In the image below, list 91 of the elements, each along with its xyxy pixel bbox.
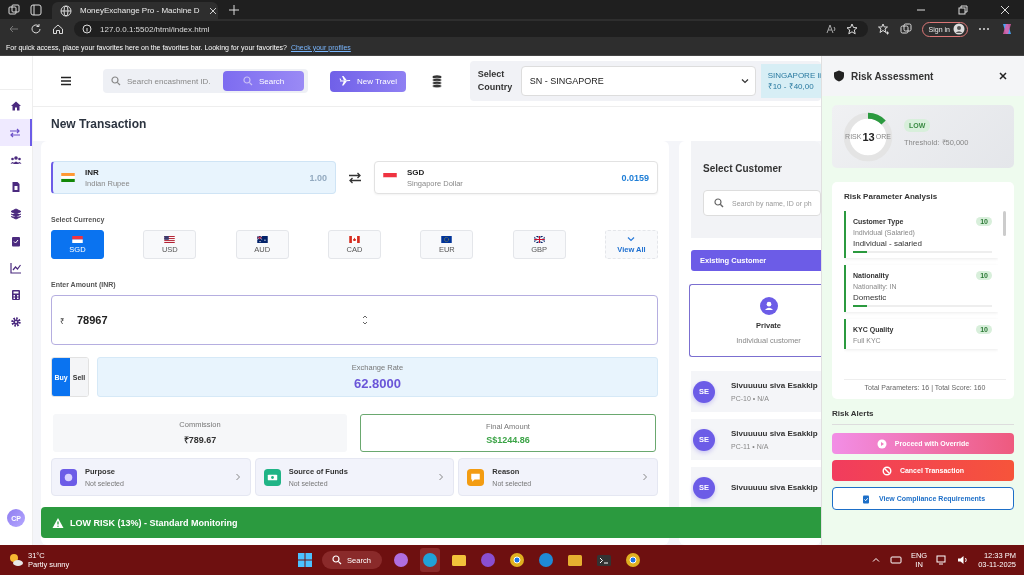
network-icon[interactable]	[936, 554, 949, 566]
search-icon	[242, 76, 253, 86]
flag-icon	[533, 235, 545, 243]
search-icon	[111, 76, 121, 86]
airplane-icon	[338, 75, 351, 87]
document-icon	[10, 180, 22, 193]
user-icon	[759, 296, 778, 315]
risk-banner-text: LOW RISK (13%) - Standard Monitoring	[70, 517, 238, 528]
shield-icon	[833, 70, 845, 82]
scrollbar[interactable]	[1003, 211, 1006, 236]
score-value: 13	[862, 130, 875, 143]
flag-icon	[441, 235, 453, 243]
profile-icon	[953, 23, 965, 35]
exchange-rate-value: 62.8000	[354, 376, 401, 391]
customer-name: Sivuuuuu siva Esakkip	[731, 381, 818, 390]
tab-actions-icon[interactable]	[30, 3, 42, 16]
currency-value: 1.00	[309, 172, 327, 183]
parameter-value: Individual - salaried	[853, 239, 923, 248]
clipboard-icon	[860, 493, 871, 504]
warning-icon	[52, 516, 64, 529]
clipboard-icon	[10, 234, 22, 247]
flag-icon	[164, 235, 176, 243]
analysis-title: Risk Parameter Analysis	[844, 192, 939, 201]
refresh-icon[interactable]	[30, 23, 42, 35]
encashment-search-field[interactable]: Search encashment ID.	[125, 75, 219, 87]
restore-icon[interactable]	[958, 4, 968, 15]
chevron-icon	[641, 473, 649, 481]
search-icon	[332, 555, 343, 565]
close-icon[interactable]	[207, 5, 218, 16]
favorites-icon[interactable]	[877, 23, 890, 35]
country-info-text: SINGAPORE li	[767, 71, 821, 80]
exchange-icon	[9, 126, 21, 139]
start-icon[interactable]	[297, 552, 314, 568]
country-info-text: ₹10 - ₹40,00	[767, 81, 815, 91]
search-icon	[714, 198, 724, 208]
volume-icon[interactable]	[957, 554, 970, 566]
play-icon	[876, 438, 887, 449]
rupee-symbol: ₹	[60, 315, 66, 326]
chevron-icon	[233, 473, 242, 481]
home-icon	[10, 99, 22, 112]
read-aloud-icon[interactable]	[825, 23, 838, 35]
keyboard-icon[interactable]	[889, 554, 902, 566]
amount-field[interactable]: ₹ 78967	[51, 295, 658, 345]
currency-code: INR	[85, 167, 100, 177]
info-icon	[82, 24, 92, 34]
close-icon[interactable]	[998, 71, 1008, 81]
new-travel-button[interactable]: New Travel	[330, 70, 406, 92]
score-gauge	[842, 110, 894, 163]
home-icon[interactable]	[52, 23, 64, 35]
flag-icon	[349, 235, 360, 243]
new-tab-icon[interactable]	[228, 3, 240, 16]
menu-icon[interactable]	[60, 75, 72, 87]
country-label: Select Country	[477, 68, 514, 94]
caret-icon	[740, 77, 749, 85]
star-icon[interactable]	[845, 23, 858, 35]
parameter-value: Domestic	[853, 293, 888, 302]
chevron-up-icon[interactable]	[870, 555, 881, 565]
amount-value: 78967	[77, 314, 109, 326]
weather-icon[interactable]	[8, 552, 24, 568]
select-customer-title: Select Customer	[703, 163, 783, 174]
browser-tab[interactable]: MoneyExchange Pro - Machine D	[52, 2, 218, 19]
copilot-icon[interactable]	[1000, 22, 1014, 36]
workspaces-icon[interactable]	[8, 3, 20, 16]
country-select[interactable]: SN - SINGAPORE	[520, 66, 756, 96]
currency-code: SGD	[407, 167, 426, 177]
chart-icon	[10, 261, 22, 274]
collections-icon[interactable]	[899, 23, 912, 35]
final-amount-value: S$1244.86	[486, 434, 530, 445]
customer-name: Sivuuuuu siva Esakkip	[731, 429, 818, 438]
coins-icon[interactable]	[429, 74, 444, 88]
calculator-icon	[10, 288, 22, 301]
flag-icon	[61, 173, 75, 182]
swap-icon[interactable]	[348, 170, 362, 185]
users-icon	[10, 153, 22, 166]
flag-icon	[256, 235, 268, 243]
address-field[interactable]: 127.0.0.1:5502/html/index.html	[74, 21, 868, 37]
risk-alerts-title: Risk Alerts	[832, 409, 1014, 425]
settings-icon	[10, 315, 22, 328]
panel-title: Risk Assessment	[851, 70, 935, 82]
currency-value: 0.0159	[621, 172, 649, 183]
customer-name: Sivuuuuu siva Esakkip	[731, 483, 818, 492]
chevron-icon	[437, 473, 446, 481]
page-title: New Transaction	[51, 117, 147, 131]
layers-icon	[10, 207, 22, 220]
back-icon[interactable]	[8, 23, 20, 35]
ban-icon	[881, 465, 892, 476]
spinner-icon[interactable]	[362, 314, 368, 326]
globe-icon	[60, 4, 72, 17]
commission-value: ₹789.67	[183, 434, 217, 446]
chevron-down-icon	[627, 235, 636, 243]
flag-icon	[72, 235, 83, 243]
